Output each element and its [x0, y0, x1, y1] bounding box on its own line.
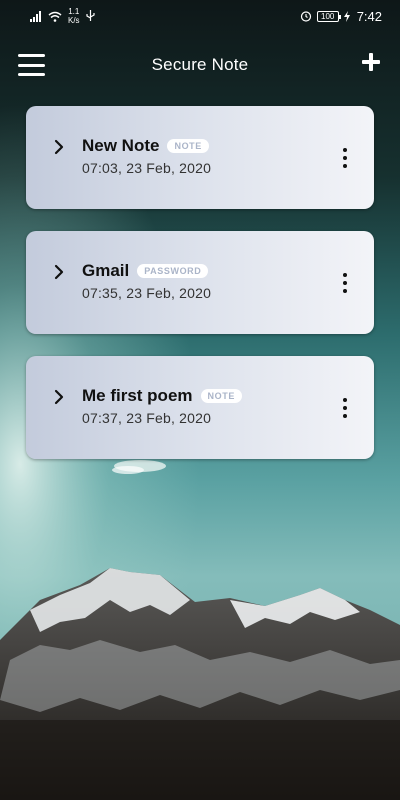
note-date: 07:35, 23 Feb, 2020	[82, 285, 212, 301]
status-right: 100 7:42	[300, 9, 382, 24]
chevron-right-icon[interactable]	[51, 139, 67, 155]
note-title-row: Me first poem NOTE	[82, 386, 242, 406]
page-title: Secure Note	[151, 55, 249, 74]
network-speed: 1.1 K/s	[68, 7, 80, 25]
note-tag-badge: NOTE	[200, 389, 242, 403]
more-vertical-icon[interactable]	[342, 398, 348, 418]
note-title: Gmail	[82, 261, 130, 280]
note-date: 07:03, 23 Feb, 2020	[82, 160, 212, 176]
network-speed-unit: K/s	[68, 16, 80, 25]
note-text: Me first poem NOTE 07:37, 23 Feb, 2020	[82, 386, 242, 426]
add-note-button[interactable]	[362, 53, 380, 71]
more-vertical-icon[interactable]	[342, 273, 348, 293]
status-left: 1.1 K/s	[30, 7, 95, 25]
note-card[interactable]: Me first poem NOTE 07:37, 23 Feb, 2020	[26, 356, 374, 459]
menu-icon[interactable]	[18, 54, 45, 76]
note-tag-badge: PASSWORD	[137, 264, 209, 278]
note-date: 07:37, 23 Feb, 2020	[82, 410, 212, 426]
note-tag-badge: NOTE	[167, 139, 209, 153]
battery-level: 100	[321, 11, 335, 21]
more-vertical-icon[interactable]	[342, 148, 348, 168]
battery-icon: 100	[316, 10, 341, 22]
alarm-icon	[300, 11, 311, 22]
note-title-row: Gmail PASSWORD	[82, 261, 211, 281]
note-title-row: New Note NOTE	[82, 136, 211, 156]
app-bar: Secure Note	[0, 42, 400, 88]
notes-list: New Note NOTE 07:03, 23 Feb, 2020 Gmail …	[26, 106, 374, 481]
chevron-right-icon[interactable]	[51, 264, 67, 280]
clock: 7:42	[356, 8, 382, 24]
note-title: New Note	[82, 136, 160, 155]
wifi-icon	[48, 11, 62, 22]
chevron-right-icon[interactable]	[51, 389, 67, 405]
usb-icon	[85, 10, 95, 21]
note-text: New Note NOTE 07:03, 23 Feb, 2020	[82, 136, 211, 176]
network-speed-value: 1.1	[68, 7, 80, 16]
note-card[interactable]: New Note NOTE 07:03, 23 Feb, 2020	[26, 106, 374, 209]
note-text: Gmail PASSWORD 07:35, 23 Feb, 2020	[82, 261, 211, 301]
charging-icon	[343, 10, 350, 22]
note-title: Me first poem	[82, 386, 193, 405]
status-bar: 1.1 K/s 100 7:42	[0, 0, 400, 32]
signal-icon	[30, 10, 41, 22]
note-card[interactable]: Gmail PASSWORD 07:35, 23 Feb, 2020	[26, 231, 374, 334]
